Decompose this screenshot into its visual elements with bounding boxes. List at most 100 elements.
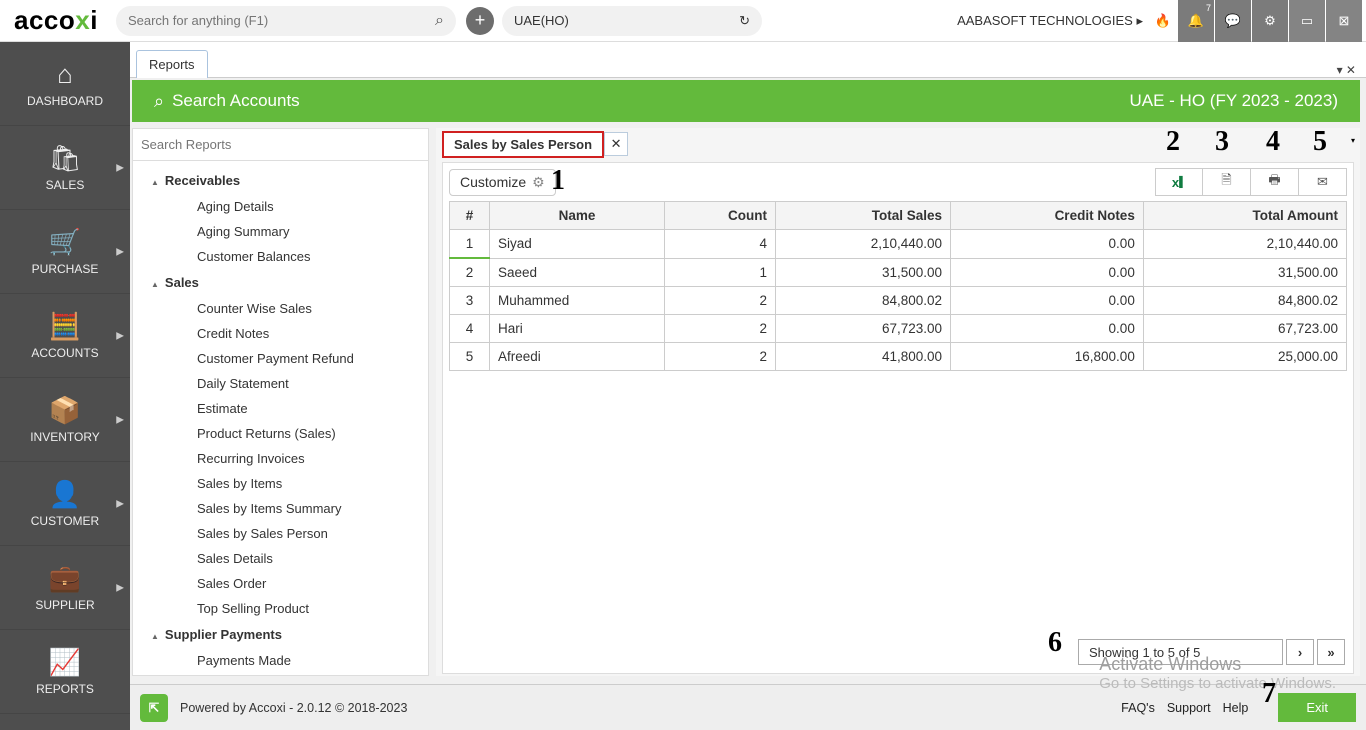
report-item[interactable]: Product Returns (Sales) bbox=[141, 421, 426, 446]
report-item[interactable]: Refund History bbox=[141, 673, 426, 675]
report-item[interactable]: Payments Made bbox=[141, 648, 426, 673]
cell-name: Afreedi bbox=[490, 343, 665, 371]
export-excel-button[interactable]: x▌ bbox=[1155, 168, 1203, 196]
org-selector[interactable]: UAE(HO) ↻ bbox=[502, 6, 762, 36]
report-item[interactable]: Credit Notes bbox=[141, 321, 426, 346]
cell-idx: 4 bbox=[450, 315, 490, 343]
chevron-right-icon: ▶ bbox=[116, 414, 124, 425]
nav-customer[interactable]: 👤CUSTOMER▶ bbox=[0, 462, 130, 546]
print-button[interactable]: 🖶 bbox=[1251, 168, 1299, 196]
group-sales[interactable]: Sales bbox=[141, 269, 426, 296]
chevron-right-icon: ▶ bbox=[116, 582, 124, 593]
search-icon[interactable]: ⌕ bbox=[435, 12, 444, 30]
customize-button[interactable]: Customize ⚙ bbox=[449, 169, 556, 196]
org-label: UAE(HO) bbox=[514, 13, 569, 28]
minimize-icon[interactable]: ▭ bbox=[1289, 0, 1325, 42]
sync-icon[interactable]: ↻ bbox=[739, 13, 750, 29]
company-label[interactable]: AABASOFT TECHNOLOGIES ▸ bbox=[957, 13, 1149, 29]
nav-icon: 📈 bbox=[49, 647, 81, 678]
nav-inventory[interactable]: 📦INVENTORY▶ bbox=[0, 378, 130, 462]
cell-credit: 0.00 bbox=[951, 315, 1144, 343]
chat-icon[interactable]: 💬 bbox=[1215, 0, 1251, 42]
report-tab[interactable]: Sales by Sales Person bbox=[442, 131, 604, 158]
email-button[interactable]: ✉ bbox=[1299, 168, 1347, 196]
cell-amount: 25,000.00 bbox=[1143, 343, 1346, 371]
reports-search-input[interactable] bbox=[141, 137, 420, 152]
table-row[interactable]: 2Saeed131,500.000.0031,500.00 bbox=[450, 258, 1347, 287]
report-item[interactable]: Sales Details bbox=[141, 546, 426, 571]
group-receivables[interactable]: Receivables bbox=[141, 167, 426, 194]
cell-count: 2 bbox=[664, 287, 775, 315]
gear-icon[interactable]: ⚙ bbox=[1252, 0, 1288, 42]
footer-text: Powered by Accoxi - 2.0.12 © 2018-2023 bbox=[180, 701, 407, 715]
chevron-down-icon[interactable]: ▾ bbox=[1351, 136, 1355, 145]
footer-logo-icon: ⇱ bbox=[140, 694, 168, 722]
report-item[interactable]: Counter Wise Sales bbox=[141, 296, 426, 321]
reports-list[interactable]: ReceivablesAging DetailsAging SummaryCus… bbox=[133, 161, 428, 675]
report-item[interactable]: Estimate bbox=[141, 396, 426, 421]
report-item[interactable]: Aging Details bbox=[141, 194, 426, 219]
cell-total-sales: 2,10,440.00 bbox=[775, 230, 950, 259]
cell-amount: 2,10,440.00 bbox=[1143, 230, 1346, 259]
last-page-button[interactable]: » bbox=[1317, 639, 1345, 665]
table-row[interactable]: 5Afreedi241,800.0016,800.0025,000.00 bbox=[450, 343, 1347, 371]
table-row[interactable]: 4Hari267,723.000.0067,723.00 bbox=[450, 315, 1347, 343]
report-table: #NameCountTotal SalesCredit NotesTotal A… bbox=[449, 201, 1347, 371]
col-header[interactable]: Total Sales bbox=[775, 202, 950, 230]
nav-sales[interactable]: 🛍SALES▶ bbox=[0, 126, 130, 210]
report-item[interactable]: Customer Balances bbox=[141, 244, 426, 269]
reports-search[interactable] bbox=[133, 129, 428, 161]
report-item[interactable]: Sales by Sales Person bbox=[141, 521, 426, 546]
nav-accounts[interactable]: 🧮ACCOUNTS▶ bbox=[0, 294, 130, 378]
nav-supplier[interactable]: 💼SUPPLIER▶ bbox=[0, 546, 130, 630]
cell-count: 4 bbox=[664, 230, 775, 259]
accounts-search-bar: ⌕ Search Accounts UAE - HO (FY 2023 - 20… bbox=[132, 80, 1360, 122]
close-icon[interactable]: ⊠ bbox=[1326, 0, 1362, 42]
footer-link-support[interactable]: Support bbox=[1167, 701, 1211, 715]
col-header[interactable]: Count bbox=[664, 202, 775, 230]
report-item[interactable]: Sales Order bbox=[141, 571, 426, 596]
report-item[interactable]: Daily Statement bbox=[141, 371, 426, 396]
global-search-input[interactable] bbox=[128, 13, 408, 28]
close-tab-button[interactable]: ✕ bbox=[604, 132, 628, 156]
accounts-search-label[interactable]: Search Accounts bbox=[172, 91, 300, 111]
flame-icon[interactable]: 🔥 bbox=[1149, 7, 1177, 35]
nav-label: CUSTOMER bbox=[31, 514, 99, 528]
col-header[interactable]: # bbox=[450, 202, 490, 230]
footer-link-help[interactable]: Help bbox=[1223, 701, 1249, 715]
tab-reports[interactable]: Reports bbox=[136, 50, 208, 78]
table-row[interactable]: 1Siyad42,10,440.000.002,10,440.00 bbox=[450, 230, 1347, 259]
export-pdf-button[interactable]: 🗎 bbox=[1203, 168, 1251, 196]
cell-credit: 16,800.00 bbox=[951, 343, 1144, 371]
report-item[interactable]: Sales by Items Summary bbox=[141, 496, 426, 521]
chevron-right-icon: ▶ bbox=[116, 498, 124, 509]
footer-link-faqs[interactable]: FAQ's bbox=[1121, 701, 1155, 715]
group-supplier-payments[interactable]: Supplier Payments bbox=[141, 621, 426, 648]
side-nav: ⌂DASHBOARD🛍SALES▶🛒PURCHASE▶🧮ACCOUNTS▶📦IN… bbox=[0, 42, 130, 730]
nav-dashboard[interactable]: ⌂DASHBOARD bbox=[0, 42, 130, 126]
exit-button[interactable]: Exit bbox=[1278, 693, 1356, 722]
tabs-controls[interactable]: ▾ ✕ bbox=[1337, 63, 1366, 77]
report-frame: Sales by Sales Person ✕ Customize ⚙ x▌ 🗎… bbox=[436, 128, 1360, 676]
search-icon[interactable]: ⌕ bbox=[154, 91, 164, 112]
nav-label: SALES bbox=[46, 178, 85, 192]
col-header[interactable]: Credit Notes bbox=[951, 202, 1144, 230]
report-item[interactable]: Customer Payment Refund bbox=[141, 346, 426, 371]
global-search[interactable]: ⌕ bbox=[116, 6, 456, 36]
report-item[interactable]: Sales by Items bbox=[141, 471, 426, 496]
table-row[interactable]: 3Muhammed284,800.020.0084,800.02 bbox=[450, 287, 1347, 315]
report-item[interactable]: Top Selling Product bbox=[141, 596, 426, 621]
cell-credit: 0.00 bbox=[951, 287, 1144, 315]
nav-reports[interactable]: 📈REPORTS bbox=[0, 630, 130, 714]
add-button[interactable]: + bbox=[466, 7, 494, 35]
nav-purchase[interactable]: 🛒PURCHASE▶ bbox=[0, 210, 130, 294]
col-header[interactable]: Total Amount bbox=[1143, 202, 1346, 230]
col-header[interactable]: Name bbox=[490, 202, 665, 230]
next-page-button[interactable]: › bbox=[1286, 639, 1314, 665]
cell-total-sales: 31,500.00 bbox=[775, 258, 950, 287]
cell-idx: 3 bbox=[450, 287, 490, 315]
nav-label: PURCHASE bbox=[32, 262, 99, 276]
report-item[interactable]: Recurring Invoices bbox=[141, 446, 426, 471]
report-item[interactable]: Aging Summary bbox=[141, 219, 426, 244]
bell-icon[interactable]: 🔔7 bbox=[1178, 0, 1214, 42]
